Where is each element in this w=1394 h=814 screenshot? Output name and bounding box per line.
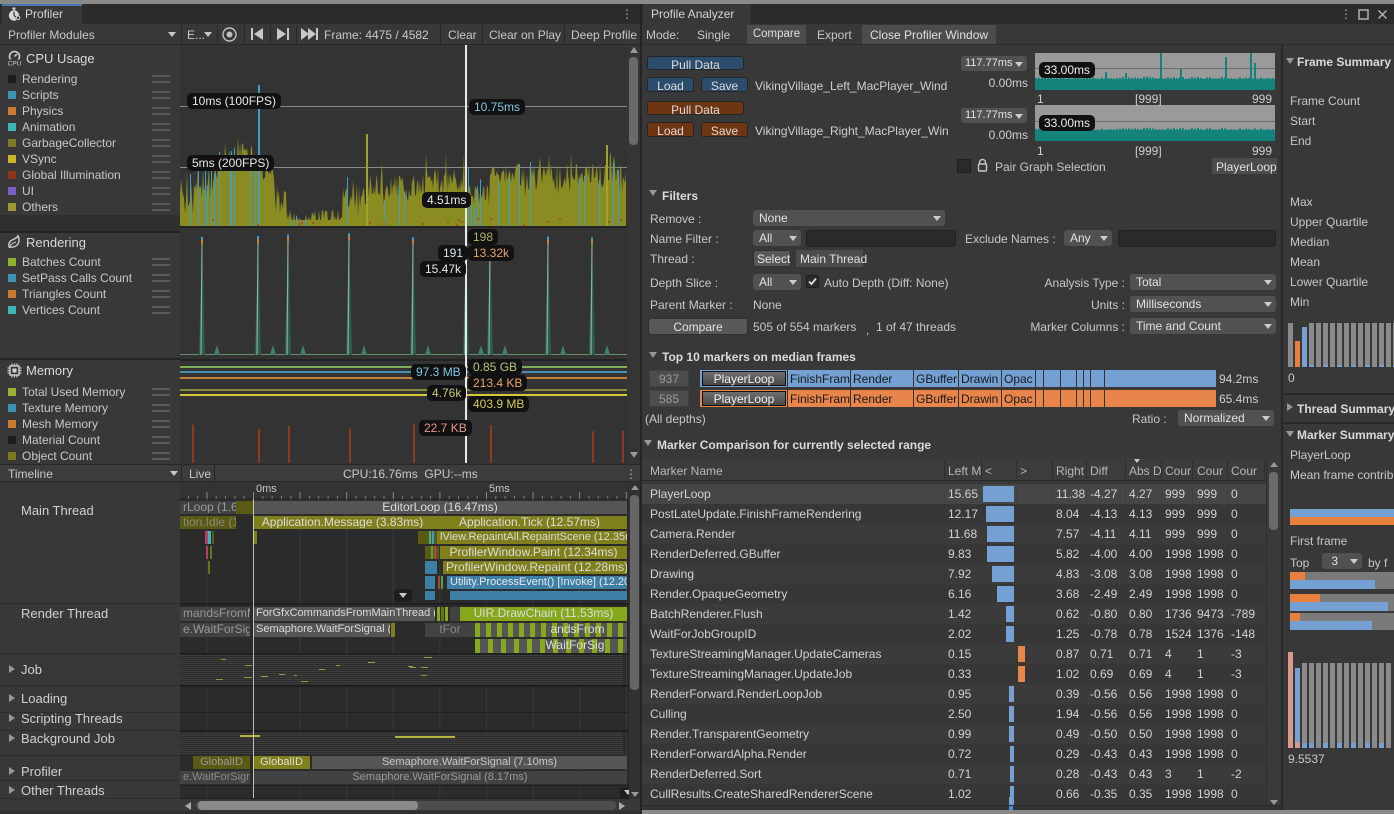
svg-text:CPU: CPU xyxy=(8,61,22,68)
